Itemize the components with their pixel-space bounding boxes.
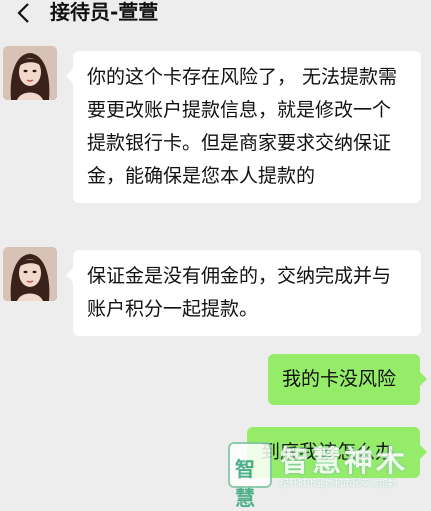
contact-avatar[interactable] [3, 46, 57, 100]
incoming-message-bubble[interactable]: 你的这个卡存在风险了， 无法提款需要更改账户提款信息，就是修改一个提款银行卡。但… [66, 51, 421, 203]
watermark-logo-icon: 智慧 [228, 442, 272, 510]
contact-avatar[interactable] [3, 247, 57, 301]
chat-title: 接待员-萱萱 [50, 0, 159, 24]
incoming-message-bubble[interactable]: 保证金是没有佣金的，交纳完成并与账户积分一起提款。 [66, 250, 421, 336]
watermark: 智慧 智慧神木 提升城市品质和市民幸福指数 [228, 438, 431, 510]
back-arrow-icon[interactable] [16, 2, 32, 24]
watermark-slogan: 提升城市品质和市民幸福指数 [280, 479, 398, 489]
watermark-brand: 智慧神木 [280, 444, 409, 478]
outgoing-message-bubble[interactable]: 我的卡没风险 [268, 354, 427, 405]
chat-header: 接待员-萱萱 [0, 0, 431, 26]
